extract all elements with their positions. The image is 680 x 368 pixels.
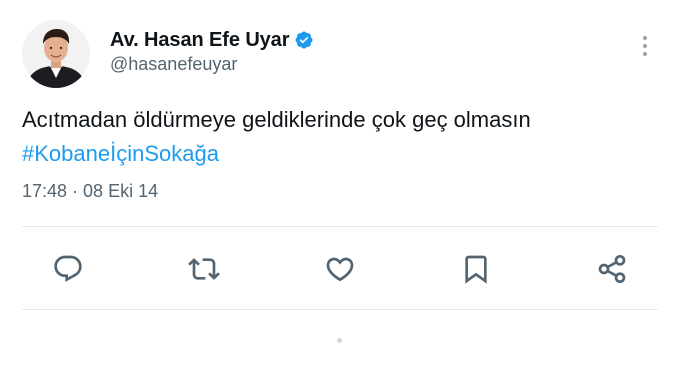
tweet-card: Av. Hasan Efe Uyar @hasanefeuyar Acıtmad… [0, 0, 680, 368]
avatar[interactable] [22, 20, 90, 88]
author-handle[interactable]: @hasanefeuyar [110, 54, 237, 75]
verified-badge-icon [294, 30, 314, 50]
tweet-time: 17:48 [22, 181, 68, 201]
divider-bottom [22, 309, 658, 310]
like-button[interactable] [323, 252, 357, 286]
like-icon [324, 253, 356, 285]
divider-top [22, 226, 658, 227]
tweet-body: Acıtmadan öldürmeye geldiklerinde çok ge… [22, 107, 531, 132]
hashtag-link[interactable]: #KobaneİçinSokağa [22, 137, 662, 171]
timestamp-separator: · [72, 181, 79, 201]
pagination-dot [337, 338, 342, 343]
share-button[interactable] [595, 252, 629, 286]
bookmark-icon [460, 253, 492, 285]
retweet-button[interactable] [187, 252, 221, 286]
tweet-date: 08 Eki 14 [83, 181, 159, 201]
reply-icon [52, 253, 84, 285]
retweet-icon [188, 253, 220, 285]
tweet-timestamp[interactable]: 17:48 · 08 Eki 14 [22, 181, 158, 202]
more-options-icon[interactable] [638, 32, 652, 60]
author-name-row: Av. Hasan Efe Uyar [110, 28, 314, 52]
author-name[interactable]: Av. Hasan Efe Uyar [110, 29, 290, 52]
share-icon [596, 253, 628, 285]
bookmark-button[interactable] [459, 252, 493, 286]
avatar-image [22, 20, 90, 88]
tweet-text: Acıtmadan öldürmeye geldiklerinde çok ge… [22, 103, 662, 171]
reply-button[interactable] [51, 252, 85, 286]
